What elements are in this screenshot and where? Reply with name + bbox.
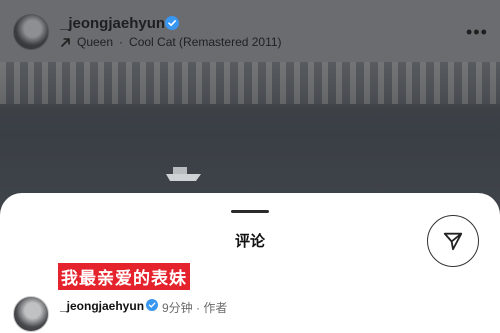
- music-info[interactable]: Queen · Cool Cat (Remastered 2011): [60, 35, 282, 49]
- verified-badge-icon: [165, 16, 179, 30]
- arrow-up-right-icon: [60, 37, 70, 47]
- boat-image: [166, 167, 201, 181]
- comment-separator: ·: [196, 301, 201, 315]
- sheet-title: 评论: [234, 233, 265, 250]
- highlighted-caption: 我最亲爱的表妹: [58, 263, 190, 290]
- music-separator: ·: [119, 35, 124, 49]
- more-horizontal-icon[interactable]: •••: [466, 22, 488, 43]
- comment-username[interactable]: _jeongjaehyun: [60, 299, 144, 313]
- comment-avatar[interactable]: [13, 296, 49, 332]
- post-header: _jeongjaehyun Queen · Cool Cat (Remaster…: [0, 0, 500, 62]
- comments-sheet: 评论 我最亲爱的表妹 _jeongjaehyun 9分钟 · 作者: [0, 193, 500, 333]
- comment-role: 作者: [203, 301, 228, 315]
- comment-time: 9分钟: [162, 301, 193, 315]
- verified-badge-icon: [146, 299, 158, 311]
- avatar[interactable]: [13, 14, 49, 50]
- photo-shoreline: [0, 62, 500, 104]
- post-username[interactable]: _jeongjaehyun: [60, 15, 165, 32]
- share-button[interactable]: [427, 215, 479, 267]
- sheet-grabber[interactable]: [231, 210, 269, 213]
- music-title: Cool Cat (Remastered 2011): [129, 35, 282, 49]
- comment-meta: 9分钟 · 作者: [162, 299, 227, 316]
- music-artist: Queen: [77, 35, 114, 49]
- send-icon: [443, 232, 463, 251]
